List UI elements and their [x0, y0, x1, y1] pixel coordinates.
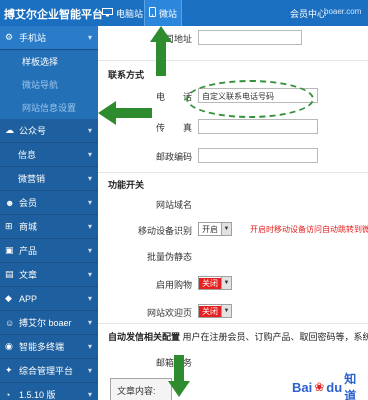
logo-text-bai: Bai — [292, 379, 313, 395]
baidu-zhidao-logo: Bai ❀ du 知道 — [292, 370, 368, 400]
logo-text-zhidao: 知道 — [344, 372, 357, 400]
logo-text-du: du — [326, 379, 343, 395]
annotation-arrows — [98, 26, 190, 397]
arrow-down-icon — [168, 355, 190, 397]
arrow-up-icon — [150, 26, 172, 76]
arrow-left-icon — [98, 101, 152, 125]
paw-icon: ❀ — [314, 380, 325, 394]
